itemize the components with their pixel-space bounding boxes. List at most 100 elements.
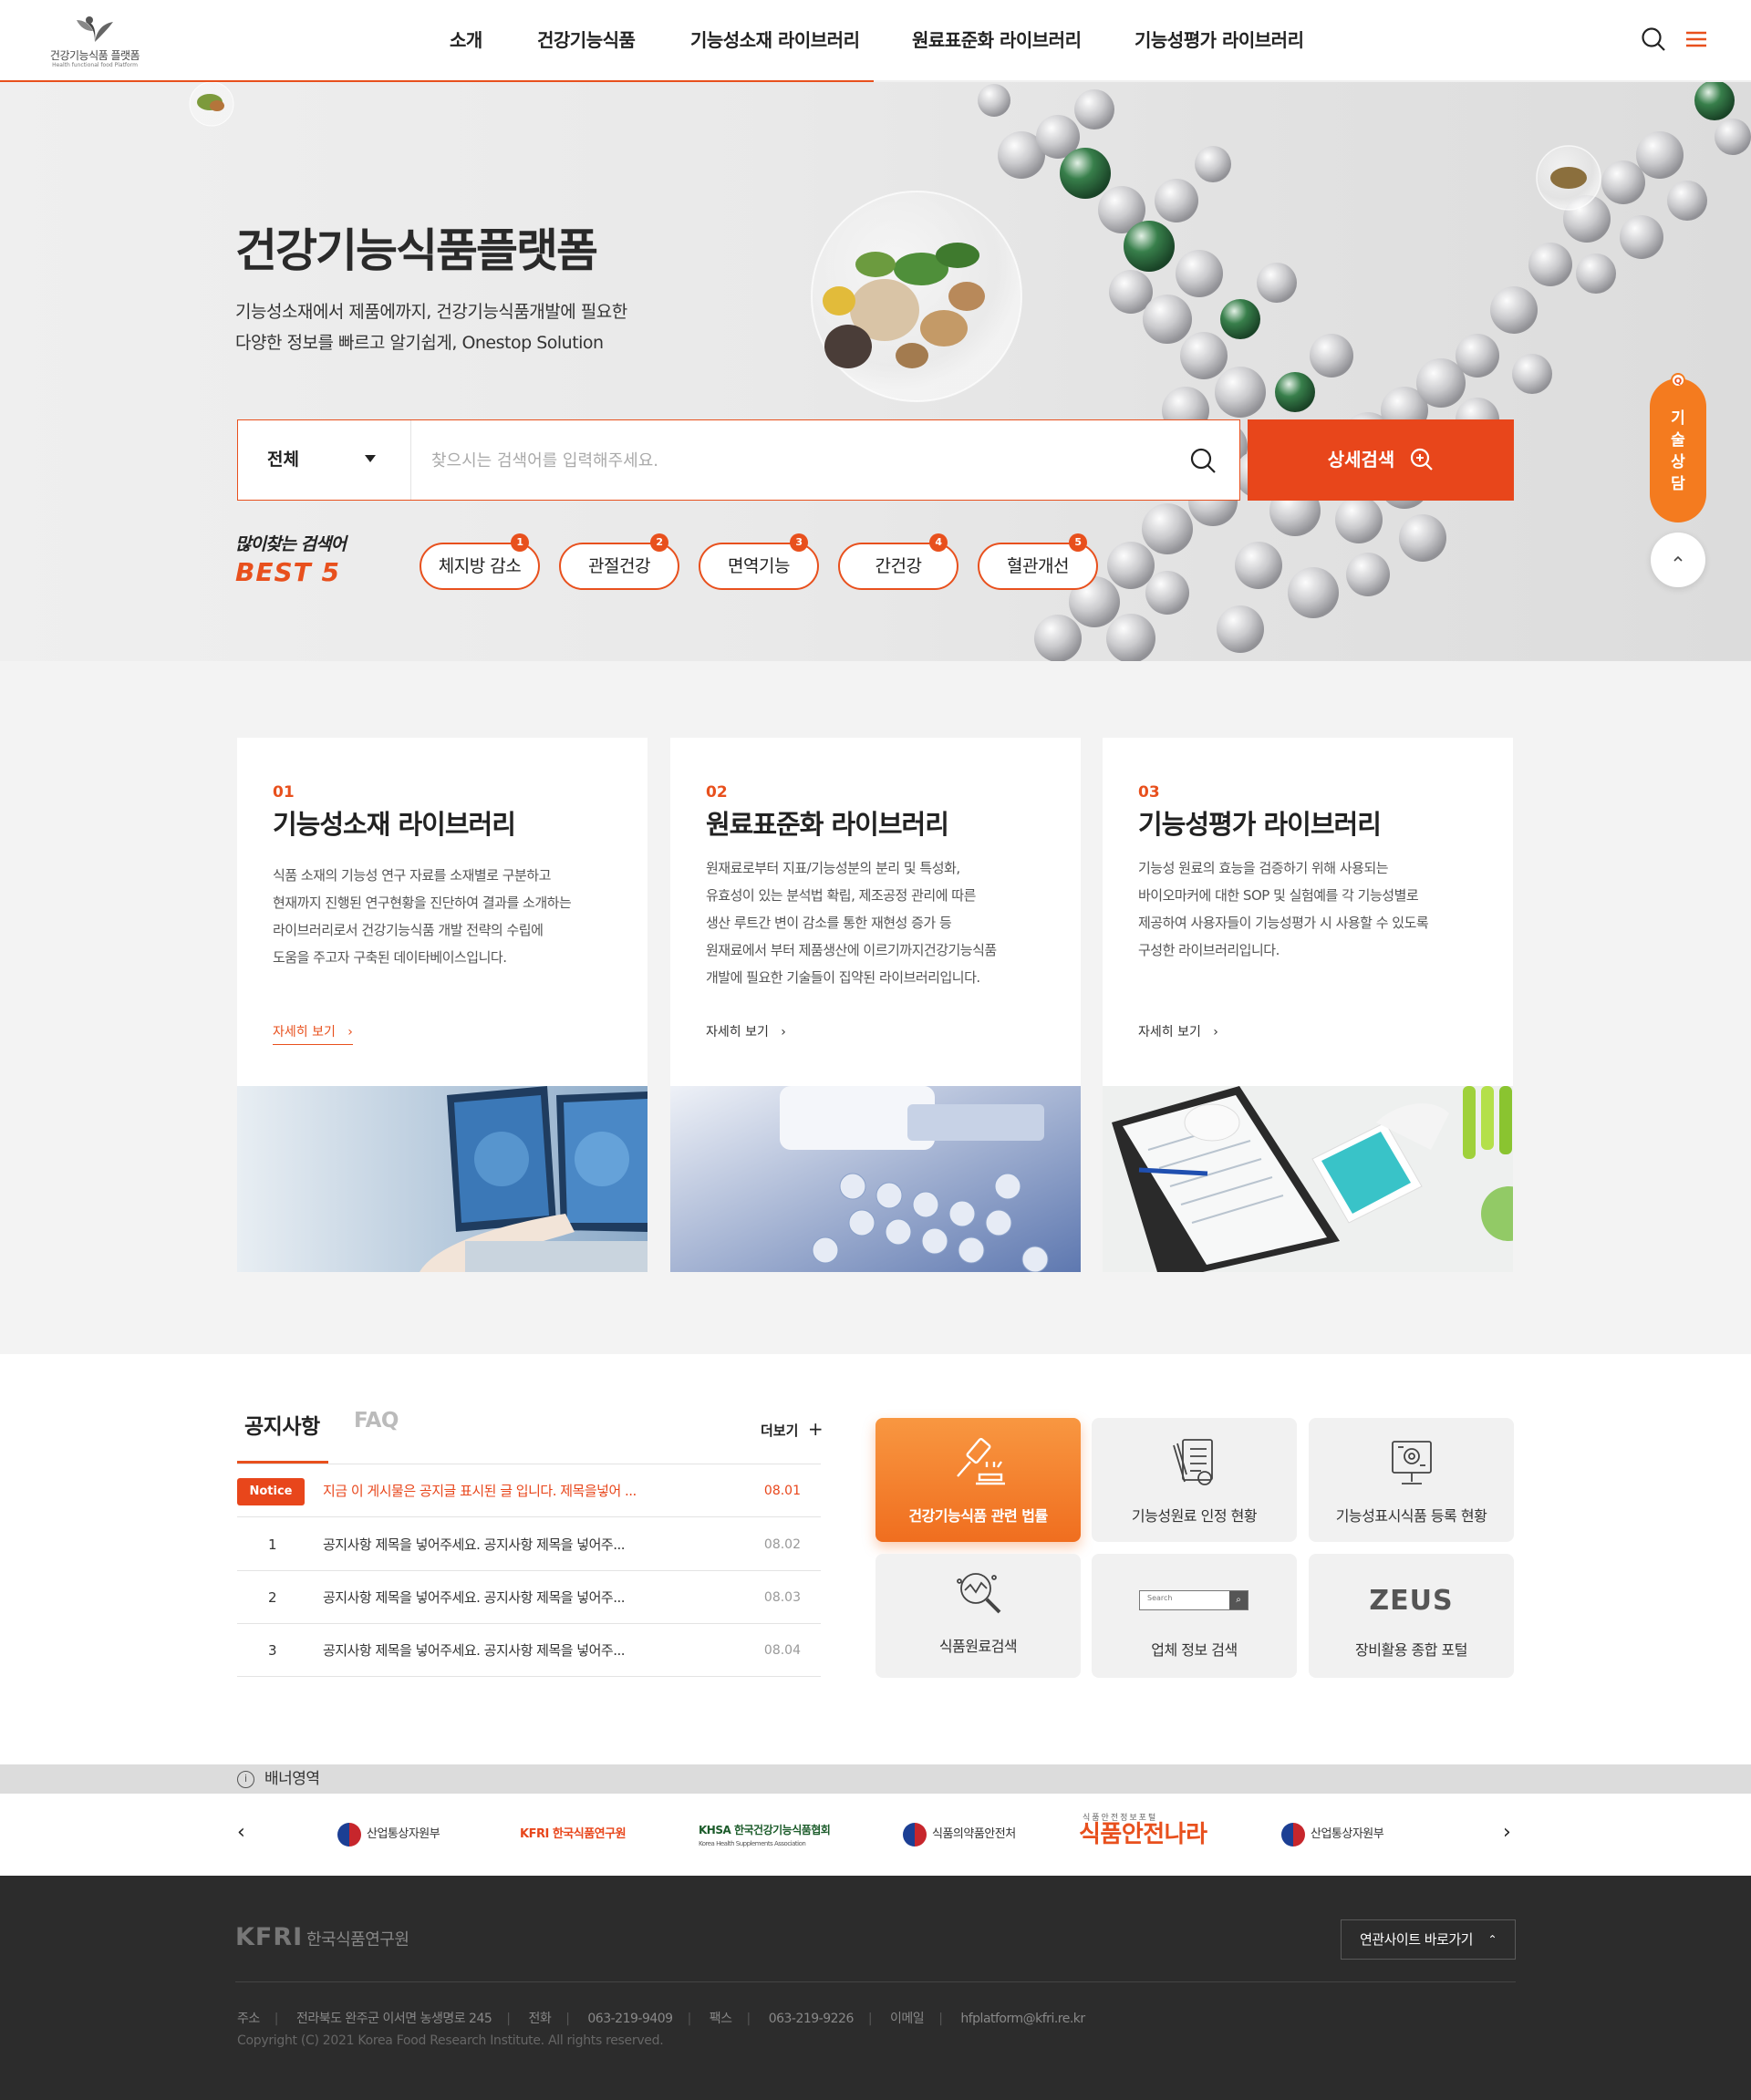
keyword-rank: 2 <box>650 533 668 552</box>
card-desc-line: 라이브러리로서 건강기능식품 개발 전략의 수립에 <box>273 922 544 938</box>
tab-notice[interactable]: 공지사항 <box>244 1409 320 1440</box>
banner-prev-button[interactable]: ‹ <box>237 1821 245 1844</box>
card-desc-line: 유효성이 있는 분석법 확립, 제조공정 관리에 따른 <box>706 887 976 904</box>
partner-logo[interactable]: KHSA 한국건강기능식품협회 Korea Health Supplements… <box>699 1819 844 1850</box>
keyword-text: 면역기능 <box>728 556 790 576</box>
footer-logo: KFRI <box>235 1923 304 1951</box>
notice-row[interactable]: 1 공지사항 제목을 넣어주세요. 공지사항 제목을 넣어주... 08.02 <box>237 1518 821 1571</box>
card-desc-line: 원재료에서 부터 제품생산에 이르기까지건강기능식품 <box>706 942 997 958</box>
notice-row[interactable]: 3 공지사항 제목을 넣어주세요. 공지사항 제목을 넣어주... 08.04 <box>237 1624 821 1677</box>
notice-title: 공지사항 제목을 넣어주세요. 공지사항 제목을 넣어주... <box>323 1642 626 1659</box>
card-desc-line: 원재료로부터 지표/기능성분의 분리 및 특성화, <box>706 860 960 876</box>
best-keyword-chip[interactable]: 혈관개선 5 <box>978 533 1098 590</box>
dropdown-arrow-icon <box>365 455 376 462</box>
quick-functional-labeling-registration[interactable]: 기능성표시식품 등록 현황 <box>1309 1418 1514 1542</box>
card-title: 기능성소재 라이브러리 <box>273 809 516 840</box>
chevron-up-icon: ⌃ <box>1487 1933 1497 1946</box>
card-more-link[interactable]: 자세히 보기 › <box>273 1022 353 1045</box>
chevron-right-icon: › <box>347 1025 353 1040</box>
best-keyword-chip[interactable]: 관절건강 2 <box>559 533 679 590</box>
best-keyword-chip[interactable]: 간건강 4 <box>838 533 958 590</box>
nav-functional-evaluation-library[interactable]: 기능성평가 라이브러리 <box>1135 0 1304 82</box>
nav-accent-line <box>0 80 874 82</box>
footer-divider <box>235 1981 1516 1982</box>
board-more-link[interactable]: 더보기 + <box>761 1418 824 1440</box>
card-desc-line: 도움을 주고자 구축된 데이타베이스입니다. <box>273 949 507 966</box>
search-submit-icon[interactable] <box>1188 446 1217 475</box>
card-desc-line: 식품 소재의 기능성 연구 자료를 소재별로 구분하고 <box>273 867 551 884</box>
search-input[interactable] <box>431 443 1161 478</box>
notice-date: 08.03 <box>763 1590 801 1605</box>
best-keyword-chip[interactable]: 면역기능 3 <box>699 533 819 590</box>
partner-logo[interactable]: 식품안전정보포털 식품안전나라 <box>1079 1810 1219 1850</box>
search-icon[interactable] <box>1640 26 1667 53</box>
partner-name: 산업통상자원부 <box>1311 1827 1384 1841</box>
library-card: 03 기능성평가 라이브러리 기능성 원료의 효능을 검증하기 위해 사용되는 … <box>1103 738 1513 1272</box>
taegeuk-icon <box>337 1823 361 1847</box>
tech-consult-char: 담 <box>1671 475 1685 493</box>
gavel-icon <box>957 1437 1005 1485</box>
partner-name: 식품의약품안전처 <box>932 1827 1016 1841</box>
zoom-plus-icon <box>1411 448 1434 471</box>
partner-logo[interactable]: 식품의약품안전처 <box>903 1819 1016 1850</box>
keyword-rank: 4 <box>929 533 948 552</box>
email-value: hfplatform@kfri.re.kr <box>960 2012 1085 2026</box>
card-desc-line: 개발에 필요한 기술들이 집약된 라이브러리입니다. <box>706 969 980 986</box>
more-label: 자세히 보기 <box>273 1025 336 1040</box>
keyword-text: 혈관개선 <box>1007 556 1069 576</box>
quick-health-food-law[interactable]: 건강기능식품 관련 법률 <box>876 1418 1081 1542</box>
tech-consult-char: 술 <box>1671 431 1685 450</box>
advanced-search-button[interactable]: 상세검색 <box>1248 419 1514 501</box>
nav-raw-material-library[interactable]: 원료표준화 라이브러리 <box>912 0 1082 82</box>
best-keyword-chip[interactable]: 체지방 감소 1 <box>420 533 540 590</box>
registration-monitor-icon <box>1392 1441 1432 1484</box>
card-desc-line: 현재까지 진행된 연구현황을 진단하여 결과를 소개하는 <box>273 895 572 911</box>
certificate-icon <box>1173 1439 1213 1485</box>
quick-food-ingredient-search[interactable]: 식품원료검색 <box>876 1554 1081 1678</box>
partner-logo[interactable]: 산업통상자원부 <box>337 1819 447 1850</box>
quick-functional-material-approval[interactable]: 기능성원료 인정 현황 <box>1092 1418 1297 1542</box>
quick-equipment-portal[interactable]: ZEUS 장비활용 종합 포털 <box>1309 1554 1514 1678</box>
tab-faq[interactable]: FAQ <box>354 1409 399 1433</box>
magnifier-chart-icon <box>957 1573 1001 1614</box>
library-card: 01 기능성소재 라이브러리 식품 소재의 기능성 연구 자료를 소재별로 구분… <box>237 738 648 1272</box>
site-footer: KFRI 한국식품연구원 연관사이트 바로가기 ⌃ 주소 | 전라북도 완주군 이… <box>0 1876 1751 2100</box>
card-description: 원재료로부터 지표/기능성분의 분리 및 특성화, 유효성이 있는 분석법 확립… <box>706 854 1052 991</box>
nav-functional-material-library[interactable]: 기능성소재 라이브러리 <box>690 0 860 82</box>
search-category-select[interactable]: 전체 <box>238 420 411 500</box>
partner-logo[interactable]: 산업통상자원부 <box>1281 1819 1391 1850</box>
nav-health-food[interactable]: 건강기능식품 <box>537 0 636 82</box>
banner-next-button[interactable]: › <box>1503 1821 1511 1844</box>
card-desc-line: 제공하여 사용자들이 기능성평가 시 사용할 수 있도록 <box>1138 915 1429 931</box>
hero-section: 건강기능식품플랫폼 기능성소재에서 제품에까지, 건강기능식품개발에 필요한 다… <box>0 82 1751 661</box>
banner-label: 배너영역 <box>264 1770 320 1788</box>
card-desc-line: 생산 루트간 변이 감소를 통한 재현성 증가 등 <box>706 915 952 931</box>
food-bubble-small-image <box>189 82 234 127</box>
keyword-text: 체지방 감소 <box>438 556 522 576</box>
notice-row[interactable]: 2 공지사항 제목을 넣어주세요. 공지사항 제목을 넣어주... 08.03 <box>237 1571 821 1624</box>
related-sites-select[interactable]: 연관사이트 바로가기 ⌃ <box>1341 1919 1516 1960</box>
notice-row-pinned[interactable]: Notice 지금 이 게시물은 공지글 표시된 글 입니다. 제목을넣어 ..… <box>237 1464 821 1517</box>
notice-title: 지금 이 게시물은 공지글 표시된 글 입니다. 제목을넣어 ... <box>323 1483 637 1499</box>
address-value: 전라북도 완주군 이서면 농생명로 245 <box>295 2012 492 2026</box>
hamburger-menu-icon[interactable] <box>1683 26 1710 53</box>
partner-name: KFRI 한국식품연구원 <box>520 1827 627 1841</box>
quick-company-info-search[interactable]: Search ⌕ 업체 정보 검색 <box>1092 1554 1297 1678</box>
logo-subtext: Health functional food Platform <box>52 62 138 68</box>
footer-contact-info: 주소 | 전라북도 완주군 이서면 농생명로 245 | 전화 | 063-219-9… <box>237 2012 1085 2026</box>
partner-logo[interactable]: KFRI 한국식품연구원 <box>520 1819 640 1850</box>
plus-icon: + <box>807 1418 824 1440</box>
card-more-link[interactable]: 자세히 보기 › <box>1138 1022 1218 1044</box>
tech-consult-button[interactable]: Q 기 술 상 담 <box>1650 373 1706 522</box>
tech-consult-char: 상 <box>1671 453 1685 471</box>
nav-about[interactable]: 소개 <box>450 0 482 82</box>
taegeuk-icon <box>903 1823 927 1847</box>
card-more-link[interactable]: 자세히 보기 › <box>706 1022 786 1044</box>
notice-index: 1 <box>268 1536 277 1553</box>
notice-index: 3 <box>268 1642 277 1659</box>
clipboard-test-tube-image <box>1103 1086 1513 1272</box>
tech-consult-char: 기 <box>1671 409 1685 428</box>
site-logo[interactable]: 건강기능식품 플랫폼 Health functional food Platfo… <box>44 11 146 69</box>
partner-name: 식품안전나라 <box>1079 1821 1207 1848</box>
scroll-top-button[interactable] <box>1651 533 1705 587</box>
